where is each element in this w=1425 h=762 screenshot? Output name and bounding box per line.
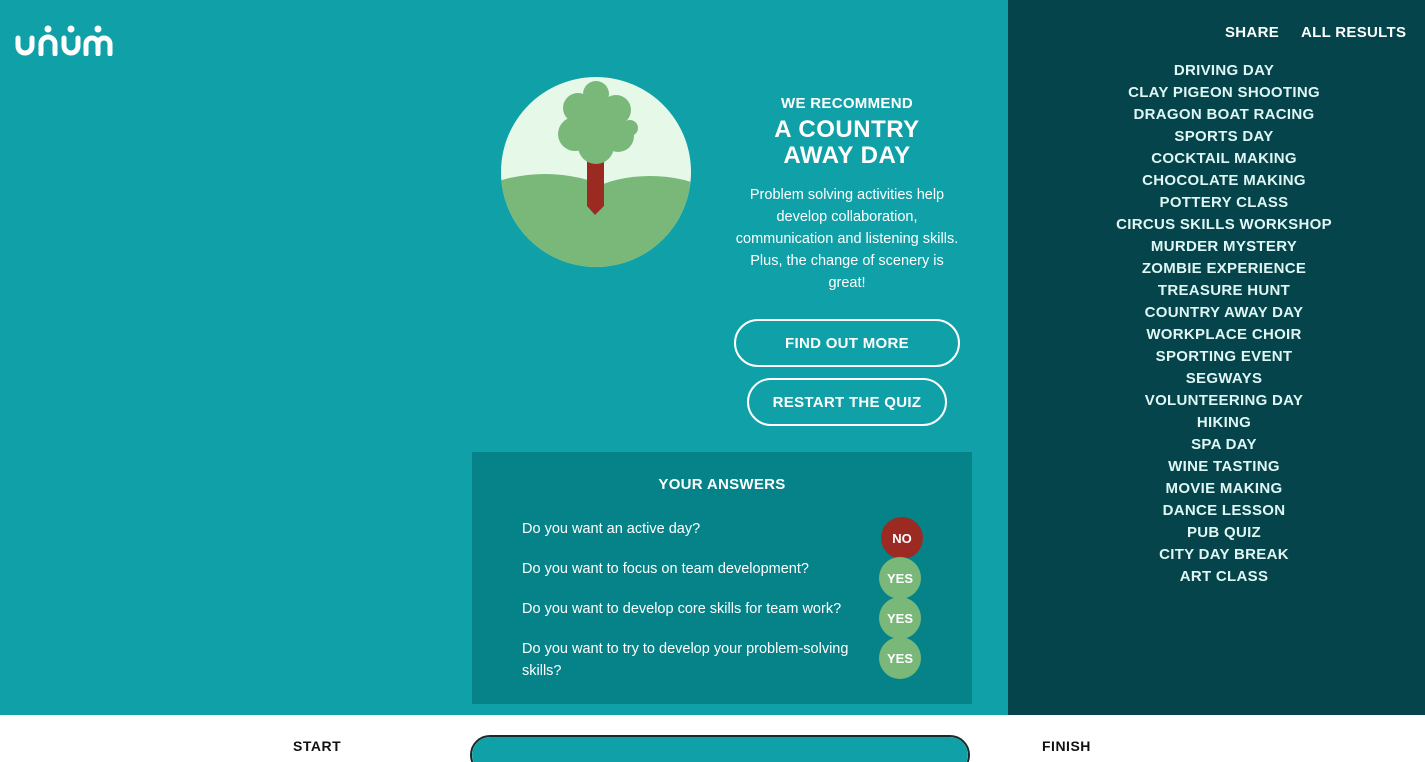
result-item[interactable]: COCKTAIL MAKING bbox=[1008, 148, 1425, 170]
result-item[interactable]: WORKPLACE CHOIR bbox=[1008, 324, 1425, 346]
result-item[interactable]: ART CLASS bbox=[1008, 566, 1425, 588]
progress-finish-label: FINISH bbox=[1042, 738, 1091, 754]
answer-badge-4: YES bbox=[879, 637, 921, 679]
recommendation: WE RECOMMEND A COUNTRY AWAY DAY Problem … bbox=[728, 95, 966, 294]
share-link[interactable]: SHARE bbox=[1225, 24, 1279, 41]
result-item[interactable]: SEGWAYS bbox=[1008, 368, 1425, 390]
recommend-title-line2: AWAY DAY bbox=[783, 142, 911, 169]
recommend-title: A COUNTRY AWAY DAY bbox=[728, 117, 966, 169]
unum-logo[interactable] bbox=[14, 22, 114, 56]
question-1: Do you want an active day? bbox=[522, 521, 701, 537]
unum-logo-icon bbox=[15, 25, 113, 56]
result-item[interactable]: VOLUNTEERING DAY bbox=[1008, 390, 1425, 412]
recommend-title-line1: A COUNTRY bbox=[774, 116, 920, 143]
result-item[interactable]: SPA DAY bbox=[1008, 434, 1425, 456]
recommend-description: Problem solving activities help develop … bbox=[735, 187, 959, 291]
result-item[interactable]: CIRCUS SKILLS WORKSHOP bbox=[1008, 214, 1425, 236]
quiz-progress-bar bbox=[470, 735, 970, 762]
result-item[interactable]: SPORTING EVENT bbox=[1008, 346, 1425, 368]
tree-on-hill-icon bbox=[500, 76, 692, 268]
result-item[interactable]: TREASURE HUNT bbox=[1008, 280, 1425, 302]
result-item[interactable]: SPORTS DAY bbox=[1008, 126, 1425, 148]
answers-title: YOUR ANSWERS bbox=[658, 476, 786, 493]
question-2: Do you want to focus on team development… bbox=[522, 561, 809, 577]
result-item[interactable]: MURDER MYSTERY bbox=[1008, 236, 1425, 258]
result-item[interactable]: DRIVING DAY bbox=[1008, 60, 1425, 82]
find-out-more-button[interactable]: FIND OUT MORE bbox=[734, 319, 960, 367]
restart-quiz-button[interactable]: RESTART THE QUIZ bbox=[747, 378, 947, 426]
result-item[interactable]: DANCE LESSON bbox=[1008, 500, 1425, 522]
recommend-label: WE RECOMMEND bbox=[781, 95, 913, 112]
progress-fill bbox=[472, 737, 968, 762]
your-answers-panel: YOUR ANSWERS Do you want an active day? … bbox=[472, 452, 972, 704]
result-item[interactable]: POTTERY CLASS bbox=[1008, 192, 1425, 214]
answer-badge-2: YES bbox=[879, 557, 921, 599]
result-item[interactable]: MOVIE MAKING bbox=[1008, 478, 1425, 500]
results-list: DRIVING DAY CLAY PIGEON SHOOTING DRAGON … bbox=[1008, 60, 1425, 588]
result-item[interactable]: CITY DAY BREAK bbox=[1008, 544, 1425, 566]
result-item[interactable]: WINE TASTING bbox=[1008, 456, 1425, 478]
result-item[interactable]: ZOMBIE EXPERIENCE bbox=[1008, 258, 1425, 280]
result-item[interactable]: HIKING bbox=[1008, 412, 1425, 434]
result-item[interactable]: CHOCOLATE MAKING bbox=[1008, 170, 1425, 192]
result-item[interactable]: PUB QUIZ bbox=[1008, 522, 1425, 544]
result-item[interactable]: DRAGON BOAT RACING bbox=[1008, 104, 1425, 126]
question-4: Do you want to try to develop your probl… bbox=[522, 641, 849, 679]
progress-start-label: START bbox=[293, 738, 342, 754]
question-3: Do you want to develop core skills for t… bbox=[522, 601, 842, 617]
answer-badge-3: YES bbox=[879, 597, 921, 639]
result-item[interactable]: COUNTRY AWAY DAY bbox=[1008, 302, 1425, 324]
all-results-link[interactable]: ALL RESULTS bbox=[1301, 24, 1406, 41]
answer-badge-1: NO bbox=[881, 517, 923, 559]
result-item[interactable]: CLAY PIGEON SHOOTING bbox=[1008, 82, 1425, 104]
